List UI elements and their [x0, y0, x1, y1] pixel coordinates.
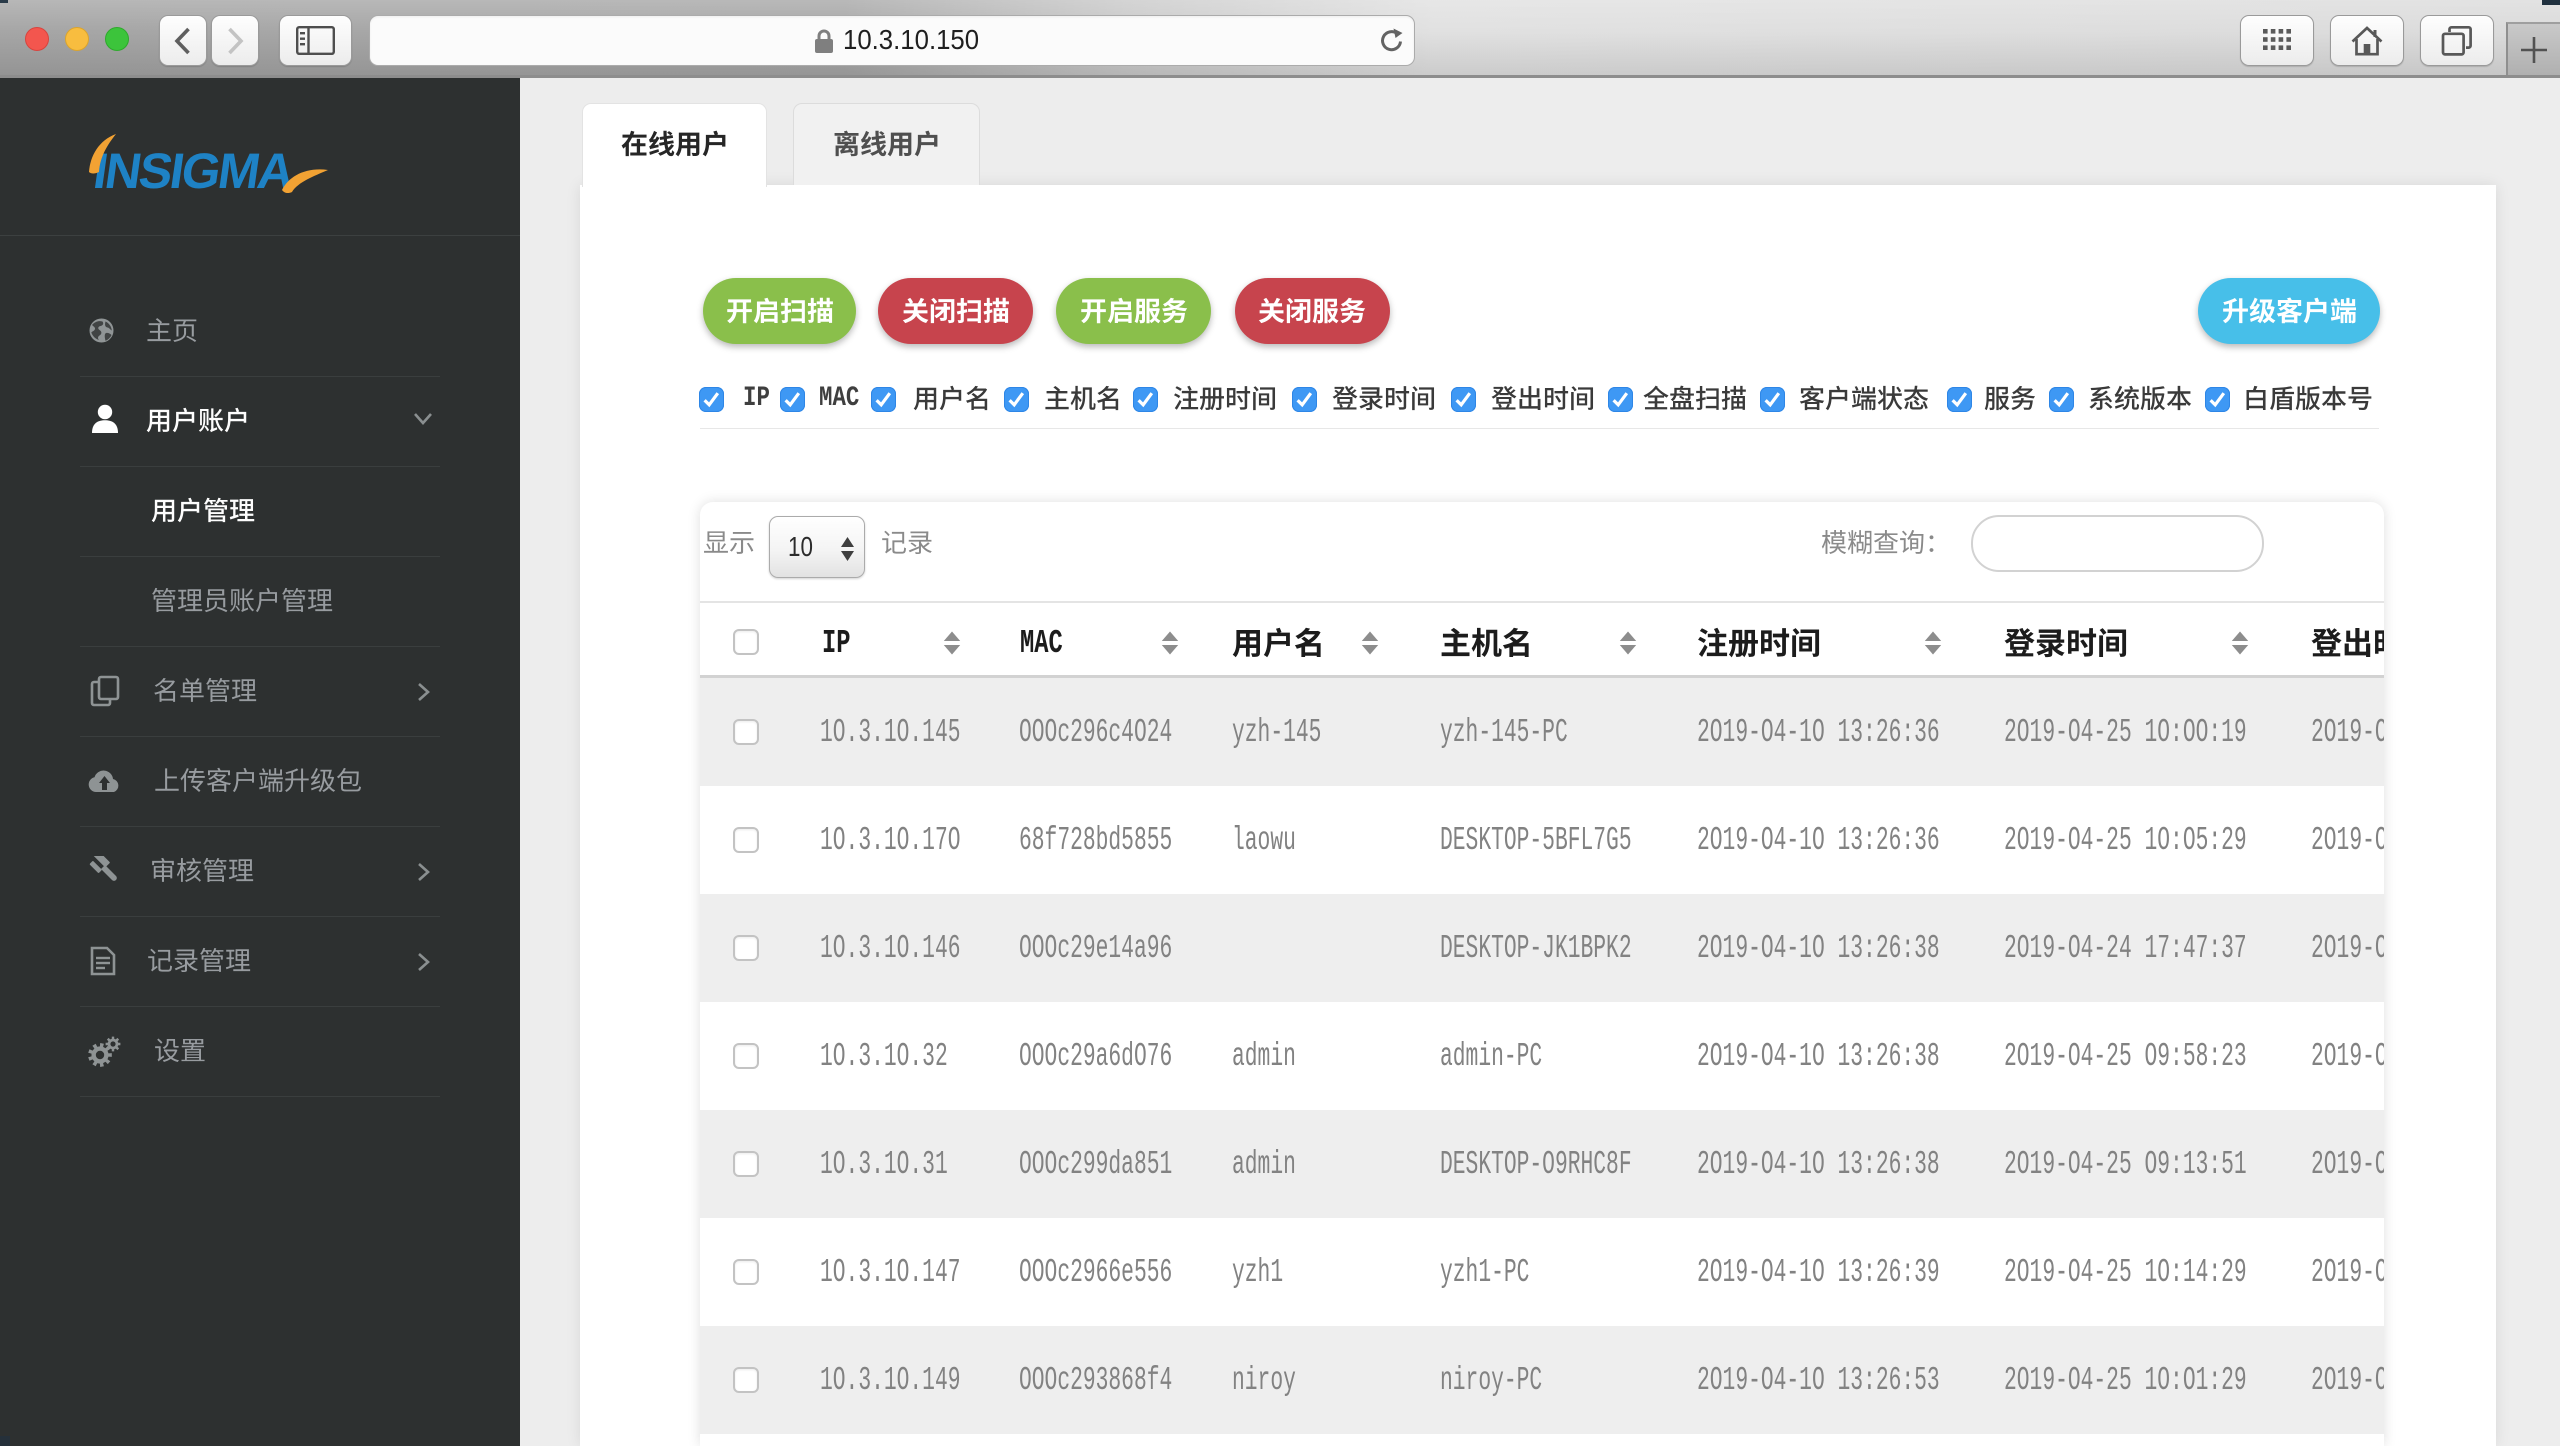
svg-text:INSIGMA: INSIGMA: [90, 143, 297, 194]
